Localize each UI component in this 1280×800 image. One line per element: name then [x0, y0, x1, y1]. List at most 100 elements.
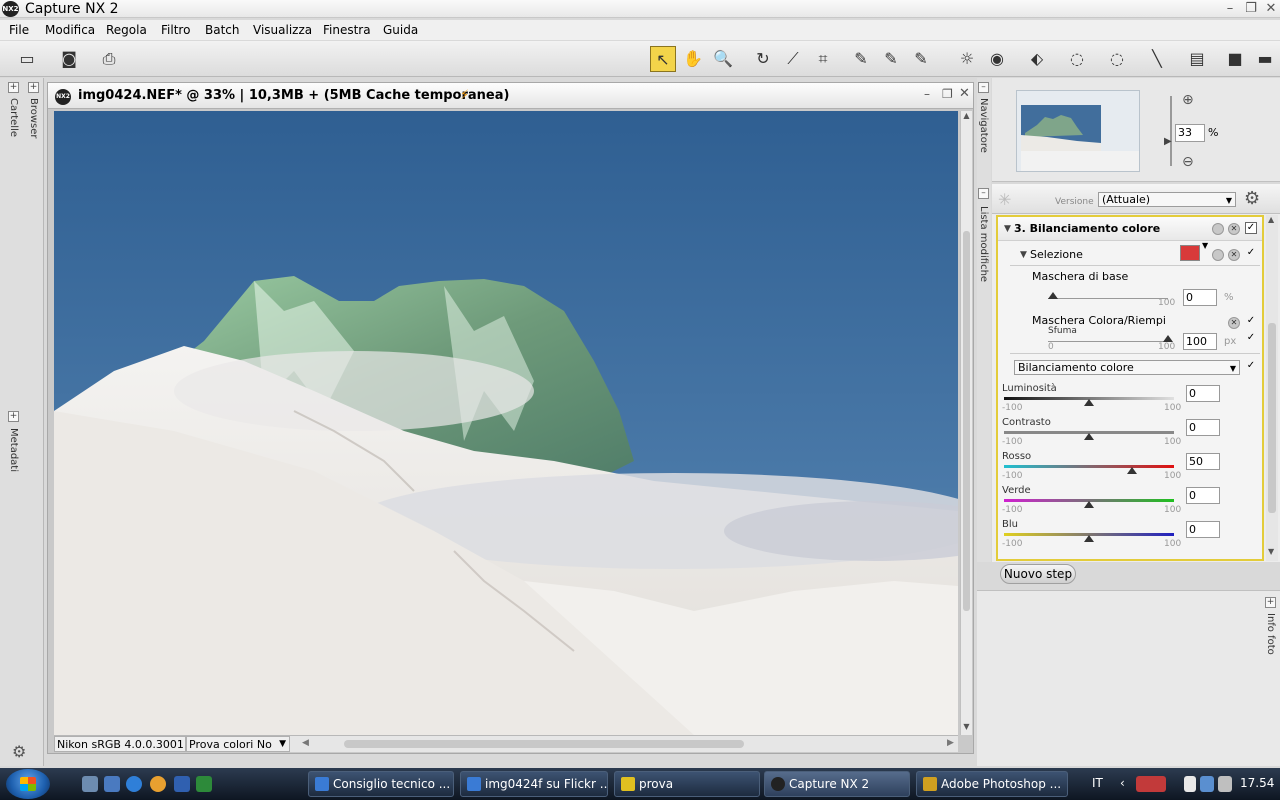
- base-mask-knob[interactable]: [1048, 292, 1058, 299]
- tray-expand-icon[interactable]: ‹: [1120, 776, 1125, 790]
- lasso-icon[interactable]: ◌: [1064, 46, 1090, 72]
- base-mask-input[interactable]: 0: [1183, 289, 1217, 306]
- doc-minimize-button[interactable]: –: [924, 87, 930, 101]
- brush-icon[interactable]: ╲: [1144, 46, 1170, 72]
- task-photoshop[interactable]: Adobe Photoshop ...: [916, 771, 1068, 797]
- tab-navigatore[interactable]: Navigatore: [978, 98, 989, 153]
- crop-icon[interactable]: ⌗: [810, 46, 836, 72]
- expand-info-icon[interactable]: +: [1265, 597, 1276, 608]
- zoom-in-icon[interactable]: ⊕: [1182, 92, 1194, 108]
- task-flickr[interactable]: img0424f su Flickr ...: [460, 771, 608, 797]
- camera-icon[interactable]: ◙: [56, 46, 82, 72]
- settings-gear-icon[interactable]: ⚙: [1244, 188, 1260, 209]
- feather-knob[interactable]: [1163, 335, 1173, 342]
- straighten-icon[interactable]: ⟋: [780, 46, 806, 72]
- menu-guida[interactable]: Guida: [383, 22, 418, 38]
- delete-step-icon[interactable]: ✕: [1228, 223, 1240, 235]
- language-indicator[interactable]: IT: [1092, 776, 1103, 790]
- document-vertical-scrollbar[interactable]: ▲ ▼: [960, 111, 972, 735]
- task-consiglio-tecnico[interactable]: Consiglio tecnico ...: [308, 771, 454, 797]
- tab-info-foto[interactable]: Info foto: [1265, 613, 1276, 655]
- minimize-button[interactable]: –: [1220, 0, 1240, 18]
- navigator-thumbnail[interactable]: [1016, 90, 1140, 172]
- volume-icon[interactable]: [1218, 776, 1232, 792]
- rotate-icon[interactable]: ↻: [750, 46, 776, 72]
- network-icon[interactable]: [1200, 776, 1214, 792]
- menu-finestra[interactable]: Finestra: [323, 22, 371, 38]
- zoom-slider-marker-icon[interactable]: ▶: [1164, 136, 1172, 147]
- slider-knob[interactable]: [1084, 433, 1094, 440]
- menu-visualizza[interactable]: Visualizza: [253, 22, 312, 38]
- slider-value-input[interactable]: 0: [1186, 521, 1220, 538]
- menu-modifica[interactable]: Modifica: [45, 22, 95, 38]
- edit-list-scrollbar[interactable]: ▲ ▼: [1266, 215, 1278, 561]
- selection-dropdown-icon[interactable]: ▼: [1202, 241, 1208, 250]
- tab-metadati[interactable]: Metadati: [8, 428, 19, 472]
- gear-icon[interactable]: ⚙: [12, 742, 26, 761]
- expand-browser-icon[interactable]: +: [28, 82, 39, 93]
- slider-knob[interactable]: [1084, 399, 1094, 406]
- color-mask-enable-checkbox[interactable]: ✓: [1245, 316, 1257, 328]
- clock[interactable]: 17.54: [1240, 776, 1274, 790]
- collapse-edit-list-icon[interactable]: –: [978, 188, 989, 199]
- feather-enable-checkbox[interactable]: ✓: [1245, 333, 1257, 345]
- new-step-button[interactable]: Nuovo step: [1000, 564, 1076, 584]
- selection-color-swatch-icon[interactable]: [1180, 245, 1200, 261]
- neutral-point-icon[interactable]: ✎: [878, 46, 904, 72]
- slider-value-input[interactable]: 0: [1186, 419, 1220, 436]
- feather-input[interactable]: 100: [1183, 333, 1217, 350]
- horizontal-scroll-thumb[interactable]: [344, 740, 744, 748]
- scroll-up-icon[interactable]: ▲: [961, 111, 972, 120]
- zoom-tool-icon[interactable]: 🔍: [710, 46, 736, 72]
- gradient-icon[interactable]: ▤: [1184, 46, 1210, 72]
- doc-close-button[interactable]: ✕: [959, 86, 970, 101]
- slider-value-input[interactable]: 0: [1186, 385, 1220, 402]
- adjustment-dropdown[interactable]: Bilanciamento colore ▼: [1014, 360, 1240, 375]
- scroll-up-icon[interactable]: ▲: [1268, 215, 1274, 224]
- scroll-down-icon[interactable]: ▼: [961, 722, 972, 731]
- zoom-out-icon[interactable]: ⊖: [1182, 154, 1194, 170]
- tab-browser[interactable]: Browser: [28, 98, 39, 139]
- print-icon[interactable]: ⎙: [96, 46, 122, 72]
- collapse-navigator-icon[interactable]: –: [978, 82, 989, 93]
- adjustment-enable-checkbox[interactable]: ✓: [1245, 361, 1257, 373]
- selection-opacity-icon[interactable]: [1212, 249, 1224, 261]
- fill-icon[interactable]: ■: [1222, 46, 1248, 72]
- close-button[interactable]: ✕: [1261, 0, 1280, 18]
- base-mask-track[interactable]: [1048, 298, 1168, 299]
- task-prova[interactable]: prova: [614, 771, 760, 797]
- black-point-icon[interactable]: ✎: [848, 46, 874, 72]
- internet-explorer-icon[interactable]: [126, 776, 142, 792]
- expand-metadati-icon[interactable]: +: [8, 411, 19, 422]
- show-desktop-icon[interactable]: [82, 776, 98, 792]
- menu-filtro[interactable]: Filtro: [161, 22, 190, 38]
- auto-retouch-icon[interactable]: ◉: [984, 46, 1010, 72]
- selection-enable-checkbox[interactable]: ✓: [1245, 248, 1257, 260]
- slider-knob[interactable]: [1126, 467, 1137, 474]
- edit-list-scroll-thumb[interactable]: [1268, 323, 1276, 513]
- scroll-left-icon[interactable]: ◀: [302, 738, 309, 748]
- outlook-express-icon[interactable]: [150, 776, 166, 792]
- hand-tool-icon[interactable]: ✋: [680, 46, 706, 72]
- red-eye-icon[interactable]: ☼: [954, 46, 980, 72]
- slider-value-input[interactable]: 50: [1186, 453, 1220, 470]
- tab-cartelle[interactable]: Cartelle: [8, 98, 19, 137]
- color-control-point-icon[interactable]: ⬖: [1024, 46, 1050, 72]
- white-point-icon[interactable]: ✎: [908, 46, 934, 72]
- version-dropdown[interactable]: (Attuale) ▼: [1098, 192, 1236, 207]
- feather-track[interactable]: [1048, 341, 1168, 342]
- step-enable-checkbox[interactable]: ✓: [1245, 222, 1257, 234]
- photo-canvas[interactable]: [54, 111, 958, 735]
- collapse-selection-icon[interactable]: ▼: [1020, 250, 1027, 260]
- menu-file[interactable]: File: [9, 22, 29, 38]
- opacity-button-icon[interactable]: [1212, 223, 1224, 235]
- vertical-scroll-thumb[interactable]: [963, 231, 970, 611]
- excel-icon[interactable]: [196, 776, 212, 792]
- keyboard-layout-icon[interactable]: [1136, 776, 1166, 792]
- slider-knob[interactable]: [1084, 501, 1094, 508]
- selection-delete-icon[interactable]: ✕: [1228, 249, 1240, 261]
- color-mask-delete-icon[interactable]: ✕: [1228, 317, 1240, 329]
- slider-knob[interactable]: [1084, 535, 1094, 542]
- start-button[interactable]: [6, 769, 50, 799]
- zoom-slider[interactable]: [1170, 96, 1172, 166]
